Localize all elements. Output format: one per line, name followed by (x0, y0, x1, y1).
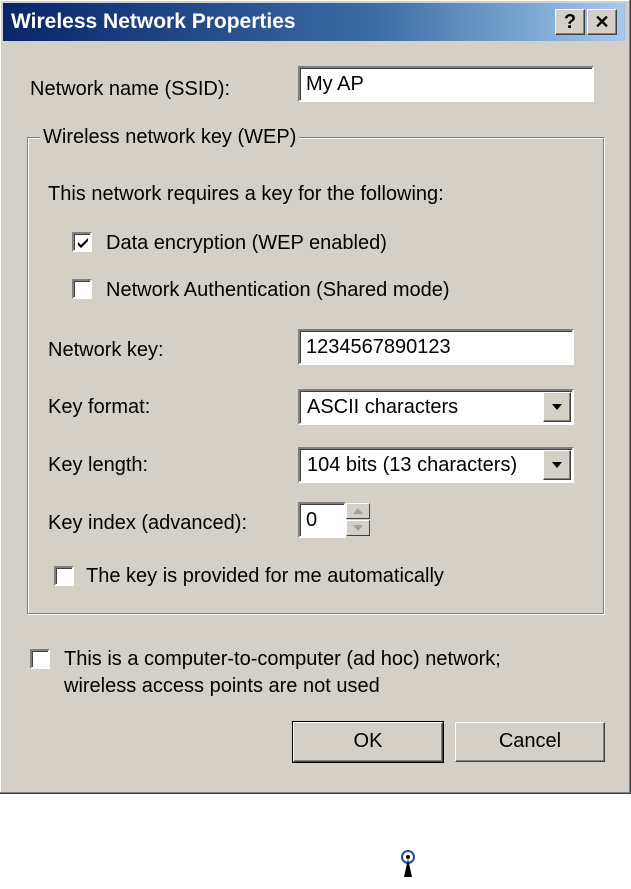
wep-groupbox (27, 137, 604, 614)
key-index-label: Key index (advanced): (48, 512, 248, 534)
key-index-down-button[interactable] (346, 520, 370, 536)
network-auth-label: Network Authentication (Shared mode) (106, 279, 450, 301)
wireless-network-properties-dialog: Wireless Network Properties ? ✕ Network … (0, 0, 631, 794)
network-key-label: Network key: (48, 339, 164, 361)
close-icon: ✕ (594, 12, 610, 32)
auto-key-checkbox[interactable] (54, 566, 74, 586)
arrow-down-icon (353, 525, 363, 531)
network-auth-checkbox[interactable] (72, 279, 92, 299)
key-length-dropdown-button[interactable] (543, 450, 571, 480)
auto-key-label: The key is provided for me automatically (86, 565, 444, 587)
title-bar[interactable]: Wireless Network Properties ? ✕ (3, 3, 626, 41)
data-encryption-label: Data encryption (WEP enabled) (106, 232, 387, 254)
key-format-dropdown-button[interactable] (543, 392, 571, 422)
chevron-down-icon (552, 404, 562, 410)
key-length-label: Key length: (48, 454, 149, 476)
ssid-input[interactable] (298, 66, 594, 102)
close-button[interactable]: ✕ (587, 9, 617, 35)
adhoc-label-line1: This is a computer-to-computer (ad hoc) … (64, 648, 501, 670)
cancel-button[interactable]: Cancel (455, 722, 605, 762)
network-key-input[interactable] (298, 329, 574, 365)
key-index-input[interactable] (298, 502, 346, 538)
window-title: Wireless Network Properties (11, 10, 296, 33)
requires-key-text: This network requires a key for the foll… (48, 183, 444, 205)
adhoc-checkbox[interactable] (30, 649, 50, 669)
checkmark-icon (78, 238, 88, 248)
chevron-down-icon (552, 462, 562, 468)
key-format-value: ASCII characters (307, 396, 459, 418)
key-format-select[interactable]: ASCII characters (298, 389, 574, 425)
key-index-up-button[interactable] (346, 503, 370, 519)
key-length-value: 104 bits (13 characters) (307, 454, 518, 476)
help-button[interactable]: ? (555, 9, 585, 35)
ok-button[interactable]: OK (292, 721, 444, 763)
key-length-select[interactable]: 104 bits (13 characters) (298, 447, 574, 483)
arrow-up-icon (353, 508, 363, 514)
ssid-label: Network name (SSID): (30, 78, 231, 100)
key-format-label: Key format: (48, 396, 151, 418)
wireless-antenna-icon (401, 850, 415, 877)
data-encryption-checkbox[interactable] (72, 232, 92, 252)
wep-group-legend: Wireless network key (WEP) (40, 126, 300, 149)
adhoc-label-line2: wireless access points are not used (64, 675, 380, 697)
